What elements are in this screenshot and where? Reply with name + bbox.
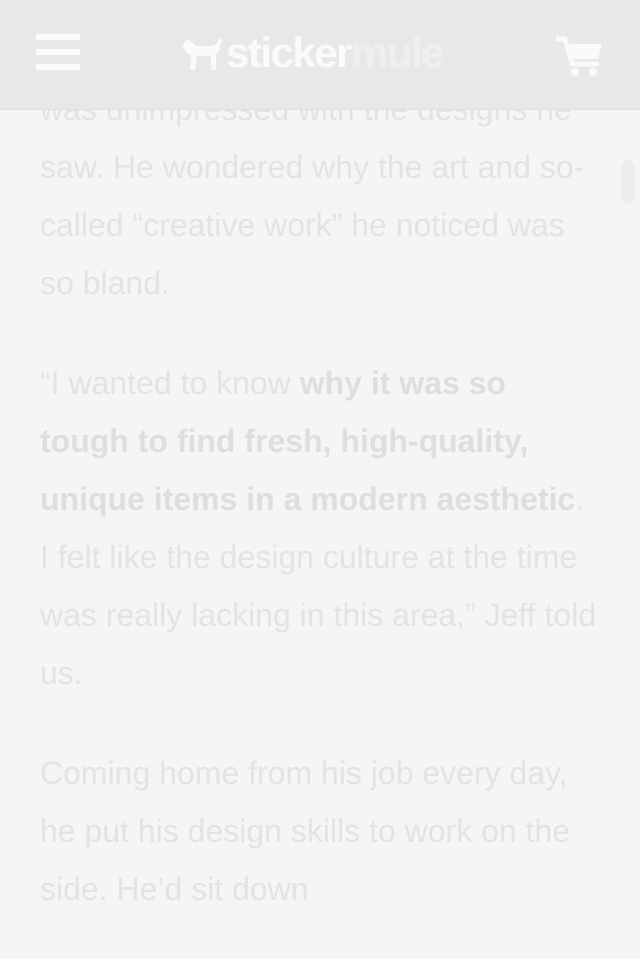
hamburger-menu-icon[interactable] — [36, 34, 82, 74]
blog-article-body: was unimpressed with the designs he saw.… — [40, 80, 600, 959]
site-header: stickermule — [0, 0, 640, 110]
article-paragraph-quote: “I wanted to know why it was so tough to… — [40, 354, 600, 702]
stickermule-logo[interactable]: stickermule — [180, 28, 444, 78]
article-paragraph: was unimpressed with the designs he saw.… — [40, 91, 585, 301]
page: was unimpressed with the designs he saw.… — [0, 0, 640, 959]
article-paragraph: Coming home from his job every day, he p… — [40, 755, 571, 907]
mule-icon — [182, 38, 223, 70]
quote-intro: “I wanted to know — [40, 365, 300, 401]
logo-wordmark: stickermule — [226, 29, 444, 76]
shopping-cart-icon[interactable] — [554, 36, 604, 78]
scrollbar-thumb[interactable] — [621, 160, 635, 204]
